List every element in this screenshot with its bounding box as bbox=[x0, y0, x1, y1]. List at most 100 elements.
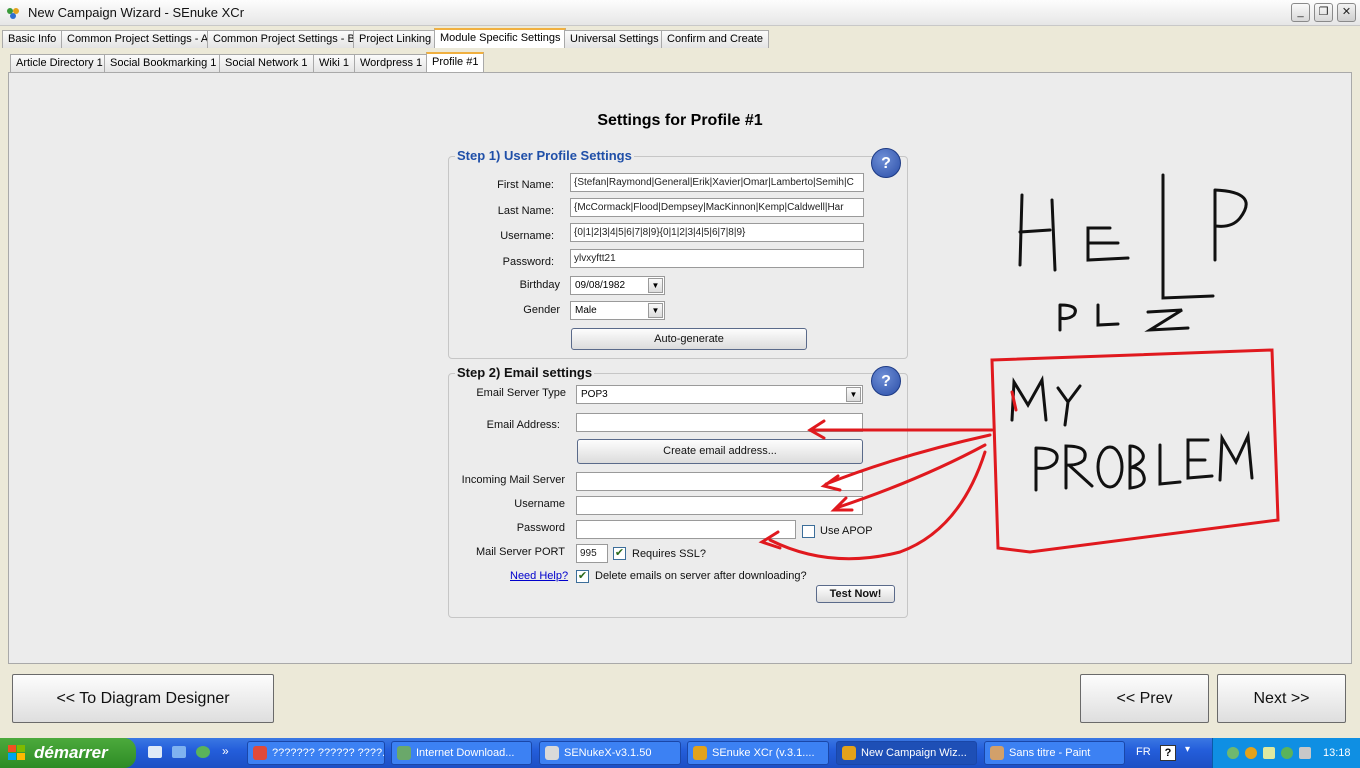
taskbar-item-senukex[interactable]: SENukeX-v3.1.50 bbox=[539, 741, 681, 765]
tab-common-a[interactable]: Common Project Settings - A bbox=[61, 30, 215, 48]
task-label: ??????? ?????? ????... bbox=[272, 747, 385, 759]
start-button[interactable]: démarrer bbox=[0, 738, 136, 768]
email-address-label: Email Address: bbox=[486, 419, 560, 431]
taskbar-item-senuke[interactable]: SEnuke XCr (v.3.1.... bbox=[687, 741, 829, 765]
prev-button[interactable]: << Prev bbox=[1080, 674, 1209, 723]
system-tray: 13:18 bbox=[1212, 738, 1360, 768]
requires-ssl-checkbox[interactable]: ✔ bbox=[613, 547, 626, 560]
taskbar: démarrer » ??????? ?????? ????... Intern… bbox=[0, 738, 1360, 768]
incoming-server-label: Incoming Mail Server bbox=[461, 474, 565, 486]
subtab-wiki[interactable]: Wiki 1 bbox=[313, 54, 355, 72]
show-desktop-icon[interactable] bbox=[148, 746, 162, 758]
help-icon[interactable]: ? bbox=[1160, 745, 1176, 761]
tab-common-b[interactable]: Common Project Settings - B bbox=[207, 30, 361, 48]
email-username-field[interactable] bbox=[576, 496, 863, 515]
chevron-right-icon[interactable]: » bbox=[222, 744, 229, 758]
use-apop-checkbox[interactable] bbox=[802, 525, 815, 538]
subtab-social-network[interactable]: Social Network 1 bbox=[219, 54, 314, 72]
close-button[interactable]: ✕ bbox=[1337, 3, 1356, 22]
task-label: SEnuke XCr (v.3.1.... bbox=[712, 747, 815, 759]
auto-generate-button[interactable]: Auto-generate bbox=[571, 328, 807, 350]
tray-icon[interactable] bbox=[1245, 747, 1257, 759]
diagram-designer-button[interactable]: << To Diagram Designer bbox=[12, 674, 274, 723]
step2-help-icon[interactable]: ? bbox=[871, 366, 901, 396]
step1-title: Step 1) User Profile Settings bbox=[455, 148, 634, 163]
network-icon[interactable] bbox=[1281, 747, 1293, 759]
tray-icon[interactable] bbox=[1263, 747, 1275, 759]
task-label: Sans titre - Paint bbox=[1009, 747, 1091, 759]
email-address-field[interactable] bbox=[576, 413, 863, 432]
server-type-select[interactable]: POP3 ▼ bbox=[576, 385, 863, 404]
server-type-value: POP3 bbox=[581, 389, 608, 400]
subtab-article-directory[interactable]: Article Directory 1 bbox=[10, 54, 109, 72]
title-bar: New Campaign Wizard - SEnuke XCr _ ❐ ✕ bbox=[0, 0, 1360, 26]
test-now-button[interactable]: Test Now! bbox=[816, 585, 895, 603]
create-email-button[interactable]: Create email address... bbox=[577, 439, 863, 464]
email-username-label: Username bbox=[514, 498, 565, 510]
taskbar-item-idm[interactable]: Internet Download... bbox=[391, 741, 532, 765]
gender-select[interactable]: Male ▼ bbox=[570, 301, 665, 320]
username-field[interactable]: {0|1|2|3|4|5|6|7|8|9}{0|1|2|3|4|5|6|7|8|… bbox=[570, 223, 864, 242]
page-title: Settings for Profile #1 bbox=[597, 112, 763, 129]
tab-universal[interactable]: Universal Settings bbox=[564, 30, 665, 48]
first-name-field[interactable]: {Stefan|Raymond|General|Erik|Xavier|Omar… bbox=[570, 173, 864, 192]
tray-icon[interactable] bbox=[1227, 747, 1239, 759]
clock[interactable]: 13:18 bbox=[1323, 738, 1351, 768]
last-name-label: Last Name: bbox=[497, 205, 554, 217]
step1-help-icon[interactable]: ? bbox=[871, 148, 901, 178]
quick-launch-icon[interactable] bbox=[196, 746, 210, 758]
use-apop-label: Use APOP bbox=[820, 525, 873, 537]
server-type-label: Email Server Type bbox=[476, 387, 566, 399]
last-name-field[interactable]: {McCormack|Flood|Dempsey|MacKinnon|Kemp|… bbox=[570, 198, 864, 217]
app-icon bbox=[7, 8, 19, 19]
need-help-link[interactable]: Need Help? bbox=[510, 570, 568, 582]
tab-module-specific[interactable]: Module Specific Settings bbox=[434, 28, 567, 48]
download-icon bbox=[397, 746, 411, 760]
delete-emails-checkbox[interactable]: ✔ bbox=[576, 570, 589, 583]
birthday-value: 09/08/1982 bbox=[575, 280, 626, 291]
taskbar-item-paint[interactable]: Sans titre - Paint bbox=[984, 741, 1125, 765]
language-indicator[interactable]: FR bbox=[1136, 746, 1151, 758]
tab-basic-info[interactable]: Basic Info bbox=[2, 30, 63, 48]
taskbar-item-wizard[interactable]: New Campaign Wiz... bbox=[836, 741, 977, 765]
port-label: Mail Server PORT bbox=[475, 546, 565, 558]
next-button[interactable]: Next >> bbox=[1217, 674, 1346, 723]
maximize-button[interactable]: ❐ bbox=[1314, 3, 1333, 22]
chevron-down-icon[interactable]: ▼ bbox=[648, 278, 663, 293]
requires-ssl-label: Requires SSL? bbox=[632, 548, 706, 560]
email-password-label: Password bbox=[516, 522, 565, 534]
birthday-label: Birthday bbox=[519, 279, 560, 291]
email-password-field[interactable] bbox=[576, 520, 796, 539]
incoming-server-field[interactable] bbox=[576, 472, 863, 491]
module-tab-strip: Article Directory 1 Social Bookmarking 1… bbox=[0, 52, 1360, 72]
gender-label: Gender bbox=[523, 304, 560, 316]
subtab-profile[interactable]: Profile #1 bbox=[426, 52, 485, 72]
port-field[interactable]: 995 bbox=[576, 544, 608, 563]
birthday-picker[interactable]: 09/08/1982 ▼ bbox=[570, 276, 665, 295]
chevron-down-icon[interactable]: ▾ bbox=[1185, 744, 1190, 755]
first-name-label: First Name: bbox=[497, 179, 554, 191]
task-label: SENukeX-v3.1.50 bbox=[564, 747, 652, 759]
senuke-icon bbox=[693, 746, 707, 760]
chevron-down-icon[interactable]: ▼ bbox=[648, 303, 663, 318]
volume-icon[interactable] bbox=[1299, 747, 1311, 759]
start-label: démarrer bbox=[34, 743, 108, 762]
paint-icon bbox=[990, 746, 1004, 760]
senuke-icon bbox=[842, 746, 856, 760]
task-label: New Campaign Wiz... bbox=[861, 747, 967, 759]
quick-launch-icon[interactable] bbox=[172, 746, 186, 758]
password-field[interactable]: ylvxyftt21 bbox=[570, 249, 864, 268]
step2-title: Step 2) Email settings bbox=[455, 365, 595, 380]
chevron-down-icon[interactable]: ▼ bbox=[846, 387, 861, 402]
subtab-wordpress[interactable]: Wordpress 1 bbox=[354, 54, 429, 72]
tab-project-linking[interactable]: Project Linking bbox=[353, 30, 438, 48]
minimize-button[interactable]: _ bbox=[1291, 3, 1310, 22]
window-title: New Campaign Wizard - SEnuke XCr bbox=[28, 5, 245, 20]
taskbar-item-chrome[interactable]: ??????? ?????? ????... bbox=[247, 741, 385, 765]
tab-confirm-create[interactable]: Confirm and Create bbox=[661, 30, 769, 48]
password-label: Password: bbox=[502, 256, 554, 268]
username-label: Username: bbox=[500, 230, 554, 242]
gender-value: Male bbox=[575, 305, 597, 316]
subtab-social-bookmarking[interactable]: Social Bookmarking 1 bbox=[104, 54, 223, 72]
task-label: Internet Download... bbox=[416, 747, 515, 759]
